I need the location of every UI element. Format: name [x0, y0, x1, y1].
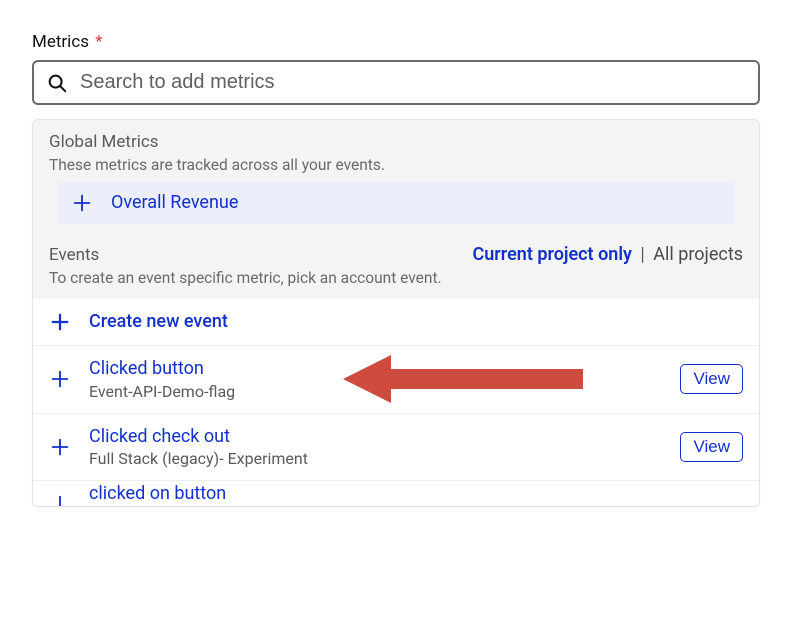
option-title: Clicked check out	[89, 426, 662, 448]
event-item-clicked-button[interactable]: Clicked button Event-API-Demo-flag View	[33, 345, 759, 413]
event-item-clicked-on-button[interactable]: clicked on button	[33, 480, 759, 506]
option-texts: Clicked check out Full Stack (legacy)- E…	[89, 426, 662, 469]
plus-icon	[49, 311, 71, 333]
option-sub: Event-API-Demo-flag	[89, 382, 662, 401]
plus-icon	[49, 368, 71, 390]
option-texts: Clicked button Event-API-Demo-flag	[89, 358, 662, 401]
option-title: clicked on button	[89, 483, 743, 505]
events-desc: To create an event specific metric, pick…	[49, 269, 743, 287]
global-metrics-desc: These metrics are tracked across all you…	[49, 156, 743, 174]
option-sub: Full Stack (legacy)- Experiment	[89, 449, 662, 468]
global-metric-overall-revenue[interactable]: Overall Revenue	[57, 182, 735, 224]
filter-separator: |	[636, 244, 648, 265]
search-icon	[46, 72, 68, 94]
option-texts: Overall Revenue	[111, 192, 721, 214]
view-button[interactable]: View	[680, 364, 743, 394]
global-metrics-section: Global Metrics These metrics are tracked…	[33, 120, 759, 232]
view-button[interactable]: View	[680, 432, 743, 462]
plus-icon	[49, 436, 71, 458]
option-title: Clicked button	[89, 358, 662, 380]
filter-all-projects[interactable]: All projects	[653, 244, 743, 265]
plus-icon	[49, 493, 71, 506]
events-title: Events	[49, 245, 99, 265]
field-label-text: Metrics	[32, 32, 89, 52]
plus-icon	[71, 192, 93, 214]
project-filter: Current project only | All projects	[472, 244, 743, 265]
option-texts: clicked on button	[89, 489, 743, 506]
option-title: Overall Revenue	[111, 192, 721, 214]
search-box[interactable]	[32, 60, 760, 105]
required-indicator: *	[95, 32, 102, 52]
option-title: Create new event	[89, 311, 743, 333]
event-item-clicked-check-out[interactable]: Clicked check out Full Stack (legacy)- E…	[33, 413, 759, 481]
events-section: Events Current project only | All projec…	[33, 232, 759, 299]
create-new-event[interactable]: Create new event	[33, 299, 759, 345]
metrics-dropdown: Global Metrics These metrics are tracked…	[32, 119, 760, 507]
global-metrics-title: Global Metrics	[49, 132, 743, 152]
field-label: Metrics *	[32, 32, 760, 52]
option-texts: Create new event	[89, 311, 743, 333]
search-input[interactable]	[78, 70, 746, 95]
filter-current-project[interactable]: Current project only	[472, 244, 631, 265]
